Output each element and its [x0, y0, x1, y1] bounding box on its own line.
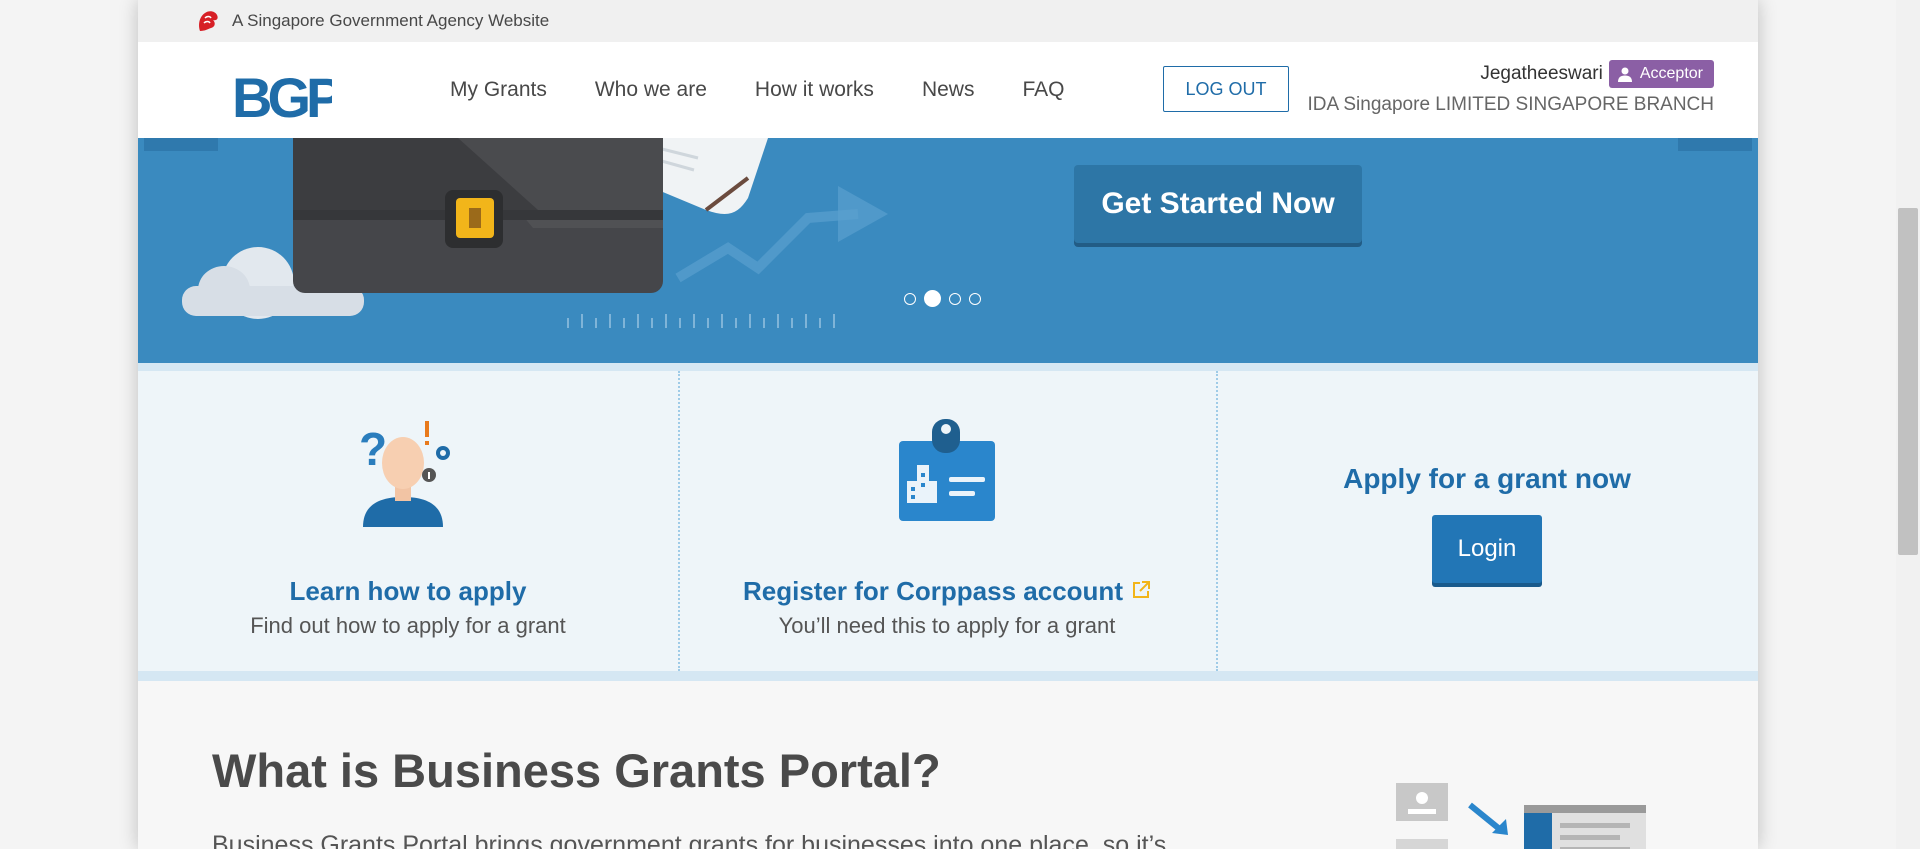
external-link-icon — [1132, 581, 1150, 599]
user-info: Jegatheeswari Acceptor IDA Singapore LIM… — [1307, 60, 1714, 116]
get-started-button[interactable]: Get Started Now — [1074, 165, 1362, 243]
about-heading: What is Business Grants Portal? — [212, 744, 941, 797]
card-register: Register for Corppass account You’ll nee… — [678, 371, 1218, 671]
card-apply: Apply for a grant now Login — [1216, 371, 1758, 671]
login-button[interactable]: Login — [1432, 515, 1542, 583]
question-person-icon: ? — [359, 421, 450, 527]
hero-banner: Get Started Now — [138, 138, 1758, 363]
user-icon — [1617, 67, 1632, 82]
carousel-next-tab[interactable] — [1678, 138, 1752, 151]
about-text: Business Grants Portal brings government… — [212, 831, 1167, 849]
register-subtitle: You’ll need this to apply for a grant — [778, 613, 1116, 638]
gov-agency-text: A Singapore Government Agency Website — [232, 11, 550, 30]
role-label: Acceptor — [1639, 65, 1703, 82]
nav-who-we-are[interactable]: Who we are — [595, 78, 707, 102]
briefcase-illustration — [182, 138, 888, 328]
scrollbar-thumb[interactable] — [1898, 208, 1918, 555]
register-corppass-link[interactable]: Register for Corppass account — [678, 576, 1216, 607]
card-learn: ? Learn how to apply Find out how to app… — [138, 371, 680, 671]
logo-text: BGP — [232, 70, 332, 122]
about-section: What is Business Grants Portal? Business… — [138, 681, 1758, 849]
register-title: Register for Corppass account — [743, 576, 1123, 606]
site-header: BGP My Grants Who we are How it works Ne… — [138, 42, 1758, 139]
user-name: Jegatheeswari — [1480, 63, 1603, 84]
merlion-icon — [199, 11, 218, 31]
role-badge: Acceptor — [1608, 60, 1714, 88]
carousel-dot-1[interactable] — [904, 292, 916, 305]
nav-news[interactable]: News — [922, 78, 975, 102]
nav-my-grants[interactable]: My Grants — [450, 78, 547, 102]
nav-faq[interactable]: FAQ — [1022, 78, 1064, 102]
page: A Singapore Government Agency Website BG… — [138, 0, 1758, 849]
carousel-dot-4[interactable] — [969, 292, 981, 305]
id-card-icon — [899, 419, 995, 521]
learn-how-to-apply-link[interactable]: Learn how to apply — [138, 576, 678, 607]
apply-heading: Apply for a grant now — [1343, 463, 1631, 494]
bgp-logo[interactable]: BGP — [232, 70, 332, 122]
portal-illustration — [1396, 783, 1646, 849]
action-cards: ? Learn how to apply Find out how to app… — [138, 363, 1758, 681]
carousel-dots — [904, 290, 989, 307]
company-name: IDA Singapore LIMITED SINGAPORE BRANCH — [1307, 94, 1714, 115]
carousel-dot-2[interactable] — [924, 290, 941, 307]
main-nav: My Grants Who we are How it works News F… — [450, 42, 1112, 138]
carousel-dot-3[interactable] — [949, 292, 961, 305]
gov-masthead: A Singapore Government Agency Website — [138, 0, 1758, 42]
nav-how-it-works[interactable]: How it works — [755, 78, 874, 102]
logout-button[interactable]: LOG OUT — [1163, 66, 1289, 112]
learn-subtitle: Find out how to apply for a grant — [250, 613, 566, 638]
